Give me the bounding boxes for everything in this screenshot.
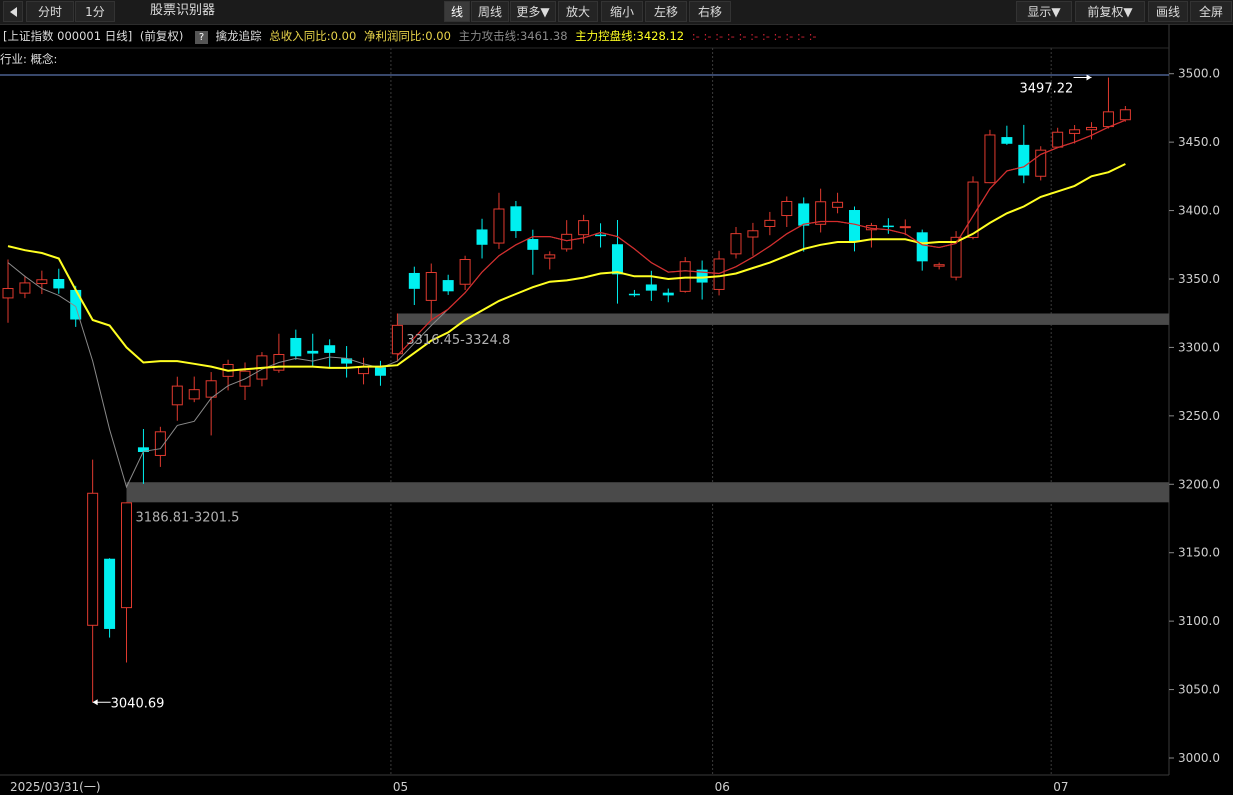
candle-body: [544, 254, 556, 259]
candle-body: [324, 345, 336, 353]
low-marker-label: 3040.69: [111, 696, 165, 711]
y-tick-label: 3150.0: [1178, 546, 1220, 560]
candle-body: [781, 200, 793, 217]
candle-body: [764, 219, 776, 227]
candle-body: [645, 284, 657, 291]
y-tick-label: 3200.0: [1178, 477, 1220, 491]
short-ma-line: [7, 119, 1126, 489]
y-tick-label: 3100.0: [1178, 614, 1220, 628]
gap-zone-label: 3316.45-3324.8: [406, 333, 510, 348]
candle-body: [290, 337, 302, 357]
candle-body: [1119, 109, 1131, 121]
candle-body: [510, 206, 522, 232]
candle-body: [70, 289, 82, 320]
candle-body: [662, 292, 674, 296]
candle-body: [578, 220, 590, 236]
gap-zone-label: 3186.81-3201.5: [136, 510, 240, 525]
candle-body: [730, 233, 742, 255]
candle-body: [984, 134, 996, 184]
y-tick-label: 3000.0: [1178, 751, 1220, 765]
y-tick-label: 3400.0: [1178, 204, 1220, 218]
candle-body: [53, 278, 65, 289]
candle-body: [425, 272, 437, 301]
gap-zone: [397, 313, 1169, 325]
x-tick-label: 05: [393, 780, 408, 794]
candle-body: [19, 282, 31, 294]
moving-averages: [7, 119, 1126, 489]
candle-body: [628, 293, 640, 296]
candle-body: [358, 366, 370, 375]
y-tick-label: 3500.0: [1178, 67, 1220, 81]
candle-body: [1018, 144, 1030, 176]
high-marker-label: 3497.22: [1020, 82, 1074, 97]
candle-body: [1052, 131, 1064, 148]
candle-body: [442, 280, 454, 292]
candle-body: [391, 324, 403, 355]
gap-zones: [126, 313, 1169, 503]
candle-body: [747, 230, 759, 238]
candle-body: [87, 492, 99, 626]
x-tick-label: 06: [715, 780, 730, 794]
candle-body: [882, 225, 894, 228]
candle-body: [121, 502, 133, 609]
y-tick-label: 3050.0: [1178, 683, 1220, 697]
candle-body: [1069, 129, 1081, 134]
candlestick-chart[interactable]: 3186.81-3201.5 3316.45-3324.8 3040.69 3497.…: [0, 0, 1233, 795]
gap-zone: [126, 482, 1169, 503]
y-tick-label: 3350.0: [1178, 272, 1220, 286]
candle-body: [459, 259, 471, 285]
x-tick-label: 07: [1053, 780, 1068, 794]
low-marker-arrow: [92, 699, 98, 706]
candle-body: [798, 203, 810, 226]
candle-body: [561, 233, 573, 250]
candle-body: [832, 201, 844, 208]
candle-body: [527, 239, 539, 250]
candle-body: [1102, 111, 1114, 128]
y-tick-label: 3450.0: [1178, 135, 1220, 149]
candle-body: [1086, 126, 1098, 131]
candle-body: [611, 244, 623, 275]
candle-body: [307, 350, 319, 354]
candle-body: [188, 389, 200, 400]
candle-body: [916, 232, 928, 262]
candle-body: [713, 258, 725, 290]
candle-body: [849, 210, 860, 242]
candle-body: [374, 367, 386, 376]
candle-body: [171, 385, 183, 406]
y-tick-label: 3300.0: [1178, 340, 1220, 354]
candle-body: [493, 208, 505, 244]
candles: [2, 77, 1131, 703]
candle-body: [408, 272, 420, 289]
y-tick-label: 3250.0: [1178, 409, 1220, 423]
candle-body: [1001, 137, 1013, 144]
candle-body: [36, 279, 48, 285]
candle-body: [2, 288, 14, 299]
annotations: 3186.81-3201.5 3316.45-3324.8 3040.69 3497.…: [92, 74, 1092, 711]
candle-body: [679, 261, 691, 292]
candle-body: [205, 380, 217, 398]
candle-body: [933, 264, 945, 267]
candle-body: [476, 229, 488, 245]
candle-body: [104, 558, 116, 629]
x-tick-label: 2025/03/31(一): [10, 780, 101, 794]
candle-body: [899, 226, 911, 229]
candle-body: [595, 234, 607, 237]
